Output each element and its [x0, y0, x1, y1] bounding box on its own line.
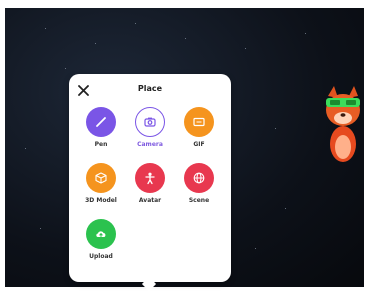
star: [275, 128, 276, 129]
avatar-label: Avatar: [138, 197, 162, 204]
avatar-icon: [145, 172, 155, 185]
3d-model-label: 3D Model: [85, 197, 117, 204]
camera-label: Camera: [137, 141, 163, 148]
robot-nose: [340, 113, 346, 117]
star: [245, 48, 246, 49]
pen-circle: [86, 107, 116, 137]
place-scene-button[interactable]: Scene: [176, 163, 222, 204]
robot-belly: [335, 135, 351, 159]
place-gif-button[interactable]: GIF: [176, 107, 222, 148]
upload-icon: [96, 231, 106, 237]
avatar-circle: [135, 163, 165, 193]
star: [185, 38, 186, 39]
camera-circle: [135, 107, 165, 137]
gif-icon: [193, 117, 205, 127]
robot-visor-lens: [330, 100, 340, 105]
globe-icon: [193, 172, 205, 184]
place-avatar-button[interactable]: Avatar: [127, 163, 173, 204]
robot-visor-lens: [346, 100, 356, 105]
place-camera-button[interactable]: Camera: [127, 107, 173, 148]
scene-label: Scene: [188, 197, 210, 204]
star: [65, 68, 66, 69]
star: [305, 33, 306, 34]
pen-icon: [96, 117, 106, 127]
menu-title: Place: [137, 84, 163, 93]
scene-circle: [184, 163, 214, 193]
gif-circle: [184, 107, 214, 137]
star: [135, 23, 136, 24]
3d-model-circle: [86, 163, 116, 193]
upload-circle: [86, 219, 116, 249]
upload-label: Upload: [89, 253, 113, 260]
robot-avatar[interactable]: [318, 82, 364, 166]
star: [255, 248, 256, 249]
camera-icon: [144, 117, 156, 127]
star: [25, 148, 26, 149]
star: [95, 43, 96, 44]
place-3d-model-button[interactable]: 3D Model: [78, 163, 124, 204]
place-menu: Place Pen Camera GIF 3D Model Avatar Sce…: [69, 74, 231, 282]
gif-label: GIF: [193, 141, 205, 148]
pen-label: Pen: [94, 141, 108, 148]
star: [40, 228, 41, 229]
place-upload-button[interactable]: Upload: [78, 219, 124, 260]
place-pen-button[interactable]: Pen: [78, 107, 124, 148]
cube-icon: [95, 172, 107, 184]
star: [45, 28, 46, 29]
star: [285, 208, 286, 209]
